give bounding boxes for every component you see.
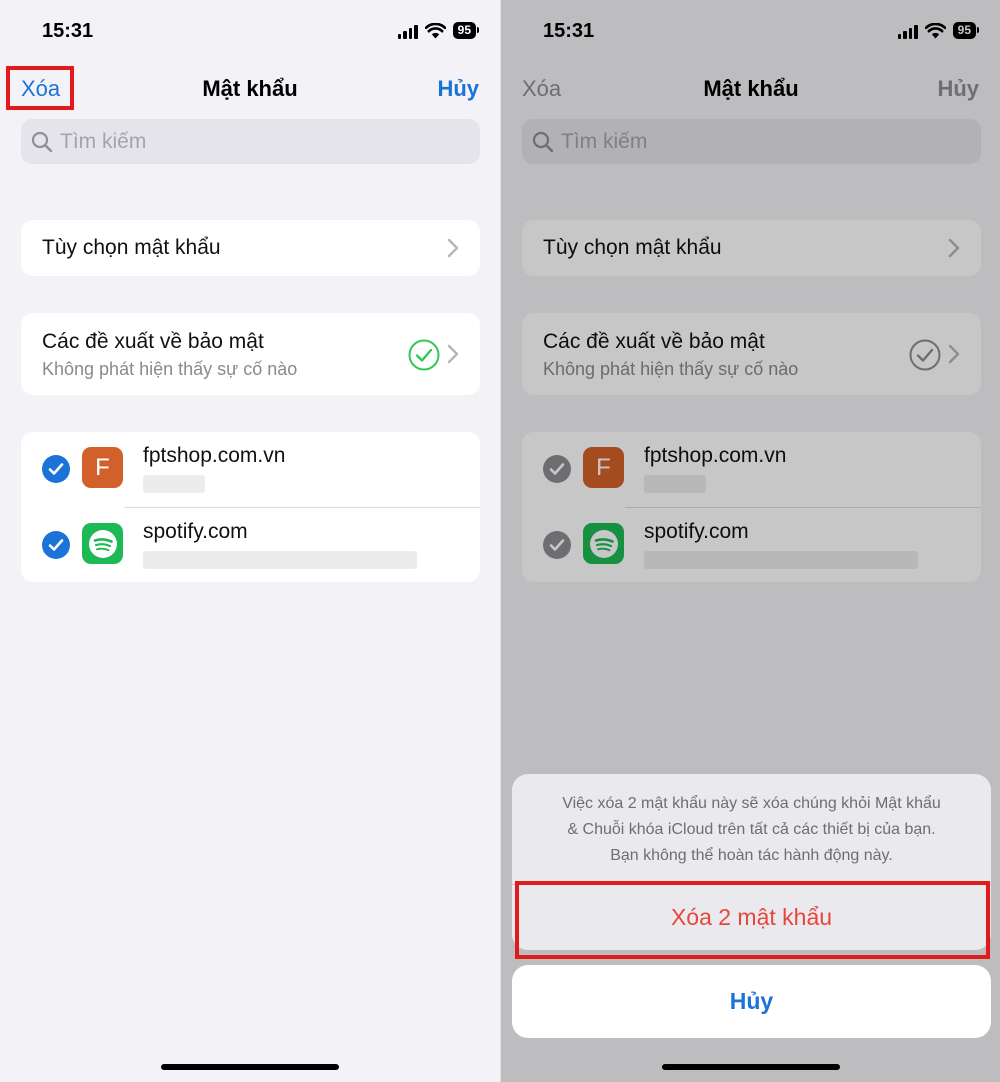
home-indicator[interactable] [161,1064,339,1070]
page-title: Mật khẩu [202,76,298,101]
screen-edit-mode: 15:31 95 Xóa Mật khẩu Hủy Tìm kiếm Tùy c… [0,0,500,1082]
status-time: 15:31 [42,20,94,42]
security-subtitle: Không phát hiện thấy sự cố nào [42,359,298,379]
search-icon [31,131,53,152]
check-circle-icon [408,339,440,371]
spotify-logo-icon [82,523,123,564]
chevron-right-icon [447,344,459,364]
cancel-nav-button[interactable]: Hủy [437,76,479,102]
wifi-icon [424,22,446,39]
delete-button-highlight [515,881,990,959]
selected-check-icon[interactable] [42,531,70,559]
message-line: Việc xóa 2 mật khẩu này sẽ xóa chúng khỏ… [562,795,941,812]
battery-icon: 95 [452,22,480,39]
redacted-username [143,551,417,569]
security-title: Các đề xuất về bảo mật [42,330,264,353]
list-divider [124,507,480,508]
status-icons: 95 [397,22,480,39]
fpt-logo-icon: F [82,447,123,488]
message-line: Bạn không thể hoàn tác hành động này. [610,847,893,864]
home-indicator[interactable] [662,1064,840,1070]
search-placeholder: Tìm kiếm [60,129,147,153]
account-site: spotify.com [143,520,248,543]
screen-confirm-delete: 15:31 95 Xóa Mật khẩu Hủy Tìm kiếm Tùy c… [500,0,1000,1082]
cancel-button[interactable]: Hủy [512,965,991,1038]
password-options-label: Tùy chọn mật khẩu [42,236,221,259]
redacted-username [143,475,205,493]
account-list: F fptshop.com.vn spotify.com [21,432,480,582]
account-site: fptshop.com.vn [143,444,286,467]
search-field[interactable]: Tìm kiếm [21,119,480,164]
security-recommendations-row[interactable]: Các đề xuất về bảo mật Không phát hiện t… [21,313,480,395]
action-sheet-message: Việc xóa 2 mật khẩu này sẽ xóa chúng khỏ… [532,791,971,869]
chevron-right-icon [447,238,459,258]
message-line: & Chuỗi khóa iCloud trên tất cả các thiế… [567,821,936,838]
selected-check-icon[interactable] [42,455,70,483]
cellular-signal-icon [397,23,418,39]
password-options-row[interactable]: Tùy chọn mật khẩu [21,220,480,276]
